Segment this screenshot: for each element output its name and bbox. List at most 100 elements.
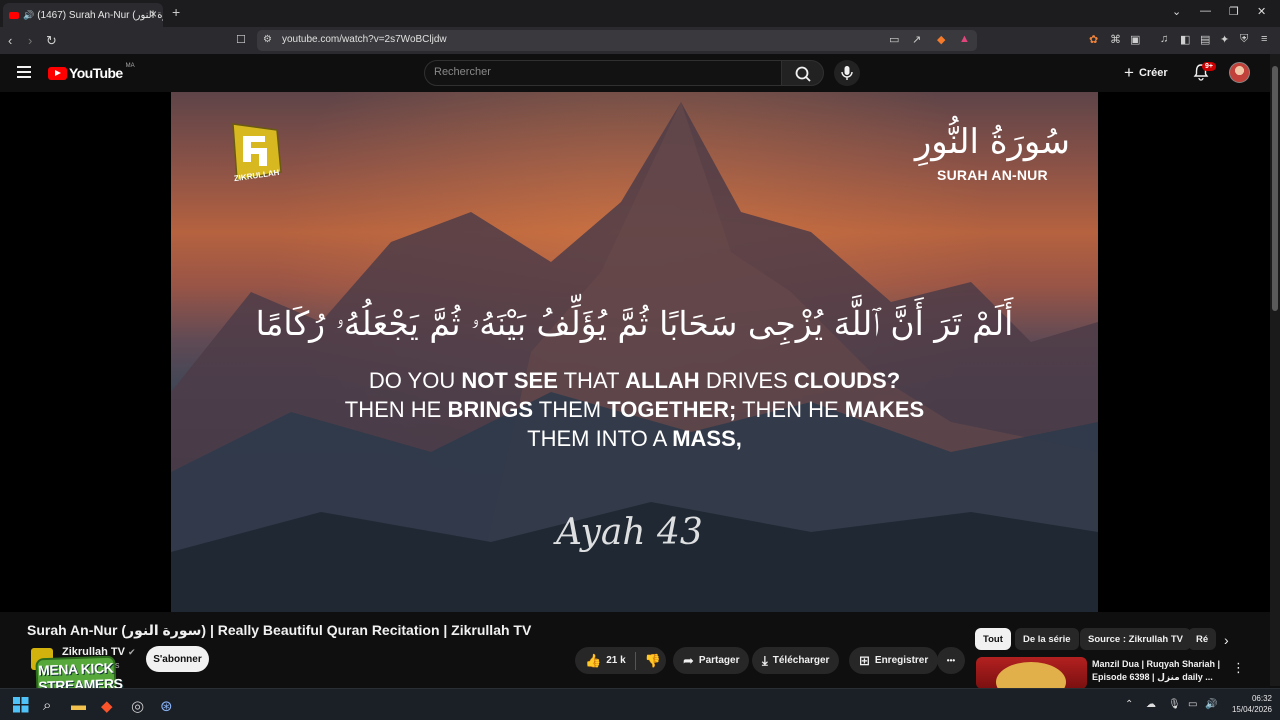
url-text[interactable]: youtube.com/watch?v=2s7WoBCljdw [282, 34, 447, 45]
subscribe-button[interactable]: S'abonner [146, 646, 209, 672]
ayah-translation: DO YOU NOT SEE THAT ALLAH DRIVES CLOUDS?… [171, 366, 1098, 453]
cast-icon[interactable]: ▭ [889, 33, 899, 46]
wallet-icon[interactable]: ▤ [1200, 33, 1210, 46]
thumbnail-art [996, 662, 1066, 689]
address-bar-row: ‹ › ↻ ☐ ⚙ youtube.com/watch?v=2s7WoBCljd… [0, 27, 1280, 54]
leo-ai-icon[interactable]: ✦ [1220, 33, 1229, 46]
ayah-number: Ayah 43 [556, 512, 703, 553]
search-input[interactable] [434, 66, 764, 78]
search-icon [795, 66, 811, 82]
maximize-button[interactable]: ❐ [1229, 5, 1239, 18]
music-icon[interactable]: ♫ [1160, 33, 1168, 45]
save-playlist-icon: ⊞ [859, 652, 870, 668]
youtube-play-icon [48, 66, 67, 80]
create-label: Créer [1138, 67, 1168, 79]
taskbar-clock[interactable]: 06:32 15/04/2026 [1232, 693, 1272, 715]
tab-list-icon[interactable]: ⌄ [1172, 5, 1181, 18]
page-scrollbar[interactable] [1270, 54, 1280, 686]
tab-close-icon[interactable]: × [150, 7, 157, 21]
search-box[interactable] [424, 60, 782, 86]
recommended-title[interactable]: Manzil Dua | Ruqyah Shariah | Episode 63… [1092, 658, 1222, 684]
create-button[interactable]: + Créer [1124, 61, 1168, 85]
taskbar-search-icon[interactable]: ⌕ [43, 697, 51, 714]
plus-icon: + [1124, 63, 1134, 82]
chips-next-icon[interactable]: › [1224, 632, 1229, 648]
like-dislike-group: 👍 21 k 👎 [575, 647, 666, 674]
brave-browser-icon[interactable]: ◆ [101, 697, 113, 715]
recommended-more-icon[interactable]: ⋮ [1232, 660, 1245, 676]
tray-app-icon[interactable]: ☁ [1146, 699, 1156, 710]
app-icon[interactable]: ◎ [131, 697, 144, 715]
translation-line-3: THEM INTO A MASS, [527, 426, 742, 451]
share-page-icon[interactable]: ↗ [912, 33, 921, 46]
browser-tab[interactable]: 🔊 (1467) Surah An-Nur (سورة النور) × [3, 3, 163, 27]
new-tab-button[interactable]: + [172, 4, 180, 20]
chip-series[interactable]: De la série [1015, 628, 1079, 650]
youtube-logo[interactable]: YouTube MA [48, 63, 135, 81]
verified-icon: ✔ [128, 647, 136, 657]
video-player[interactable]: ZIKRULLAH سُورَةُ النُّورِ SURAH AN-NUR … [0, 92, 1270, 612]
sidebar-icon[interactable]: ◧ [1180, 33, 1190, 46]
zikrullah-channel-logo: ZIKRULLAH [232, 123, 282, 183]
save-button[interactable]: ⊞ Enregistrer [849, 647, 939, 674]
tab-title: (1467) Surah An-Nur (سورة النور) [37, 9, 163, 21]
forward-icon[interactable]: › [28, 33, 32, 48]
account-avatar[interactable] [1229, 62, 1250, 83]
youtube-wordmark: YouTube [69, 65, 123, 81]
voice-search-button[interactable] [834, 60, 860, 86]
like-icon[interactable]: 👍 [585, 653, 601, 669]
share-icon: ➦ [683, 652, 694, 668]
recommended-thumbnail[interactable] [976, 657, 1087, 689]
video-title: Surah An-Nur (سورة النور) | Really Beaut… [27, 622, 532, 638]
microphone-icon [841, 66, 853, 80]
share-button[interactable]: ➦ Partager [673, 647, 750, 674]
tray-volume-icon[interactable]: 🔊 [1205, 699, 1217, 710]
share-label: Partager [698, 655, 740, 666]
surah-title-block: سُورَةُ النُّورِ SURAH AN-NUR [915, 117, 1070, 183]
minimize-button[interactable]: — [1200, 5, 1211, 17]
download-icon: ⤓ [762, 652, 768, 668]
youtube-header: YouTube MA + Créer [0, 54, 1270, 92]
like-count[interactable]: 21 k [606, 655, 625, 666]
extension-icon[interactable]: ✿ [1089, 33, 1098, 46]
bookmark-icon[interactable]: ☐ [236, 33, 246, 46]
tray-mic-icon[interactable]: 🎙 [1168, 699, 1181, 710]
speaker-icon[interactable]: 🔊 [23, 10, 34, 21]
hamburger-menu-icon[interactable] [17, 66, 31, 78]
file-explorer-icon[interactable]: ▬ [71, 697, 86, 714]
download-label: Télécharger [772, 655, 830, 666]
scrollbar-thumb[interactable] [1272, 66, 1278, 311]
reader-icon[interactable]: ▣ [1130, 33, 1140, 46]
save-label: Enregistrer [874, 655, 929, 666]
chip-source[interactable]: Source : Zikrullah TV [1080, 628, 1192, 650]
ayah-arabic-text: أَلَمْ تَرَ أَنَّ ٱللَّهَ يُزْجِى سَحَاب… [255, 304, 1014, 343]
close-window-button[interactable]: ✕ [1257, 5, 1266, 18]
reload-icon[interactable]: ↻ [46, 33, 57, 49]
like-divider [634, 651, 636, 670]
country-code: MA [125, 63, 135, 69]
windows-start-icon[interactable] [13, 697, 29, 713]
chip-related[interactable]: Ré [1188, 628, 1216, 650]
back-icon[interactable]: ‹ [8, 33, 12, 48]
windows-taskbar: ⌕ ▬ ◆ ◎ ⊛ ⌃ ☁ 🎙 ▭ 🔊 06:32 15/04/2026 [0, 688, 1280, 720]
brave-rewards-icon[interactable]: ▲ [959, 33, 970, 45]
vpn-icon[interactable]: ⛨ [1240, 33, 1248, 46]
notification-badge: 9+ [1202, 62, 1216, 71]
steam-icon[interactable]: ⊛ [160, 697, 173, 715]
clock-date: 15/04/2026 [1231, 705, 1272, 714]
dislike-icon[interactable]: 👎 [645, 653, 661, 669]
tray-overflow-icon[interactable]: ⌃ [1125, 699, 1133, 710]
download-button[interactable]: ⤓ Télécharger [752, 647, 840, 674]
browser-menu-icon[interactable]: ≡ [1261, 33, 1267, 45]
extensions-puzzle-icon[interactable]: ⌘ [1110, 33, 1121, 46]
site-info-icon[interactable]: ⚙ [263, 34, 272, 45]
browser-tab-strip: 🔊 (1467) Surah An-Nur (سورة النور) × + ⌄… [0, 0, 1280, 27]
brave-shield-icon[interactable]: ◆ [937, 33, 945, 46]
tray-network-icon[interactable]: ▭ [1188, 699, 1197, 710]
video-frame[interactable]: ZIKRULLAH سُورَةُ النُّورِ SURAH AN-NUR … [171, 92, 1098, 612]
url-bar[interactable]: ⚙ youtube.com/watch?v=2s7WoBCljdw ▭ ↗ ◆ … [257, 30, 977, 51]
more-actions-button[interactable]: ••• [937, 647, 965, 674]
chip-all[interactable]: Tout [975, 628, 1011, 650]
search-button[interactable] [781, 60, 824, 86]
translation-line-1: DO YOU NOT SEE THAT ALLAH DRIVES CLOUDS? [368, 368, 901, 393]
